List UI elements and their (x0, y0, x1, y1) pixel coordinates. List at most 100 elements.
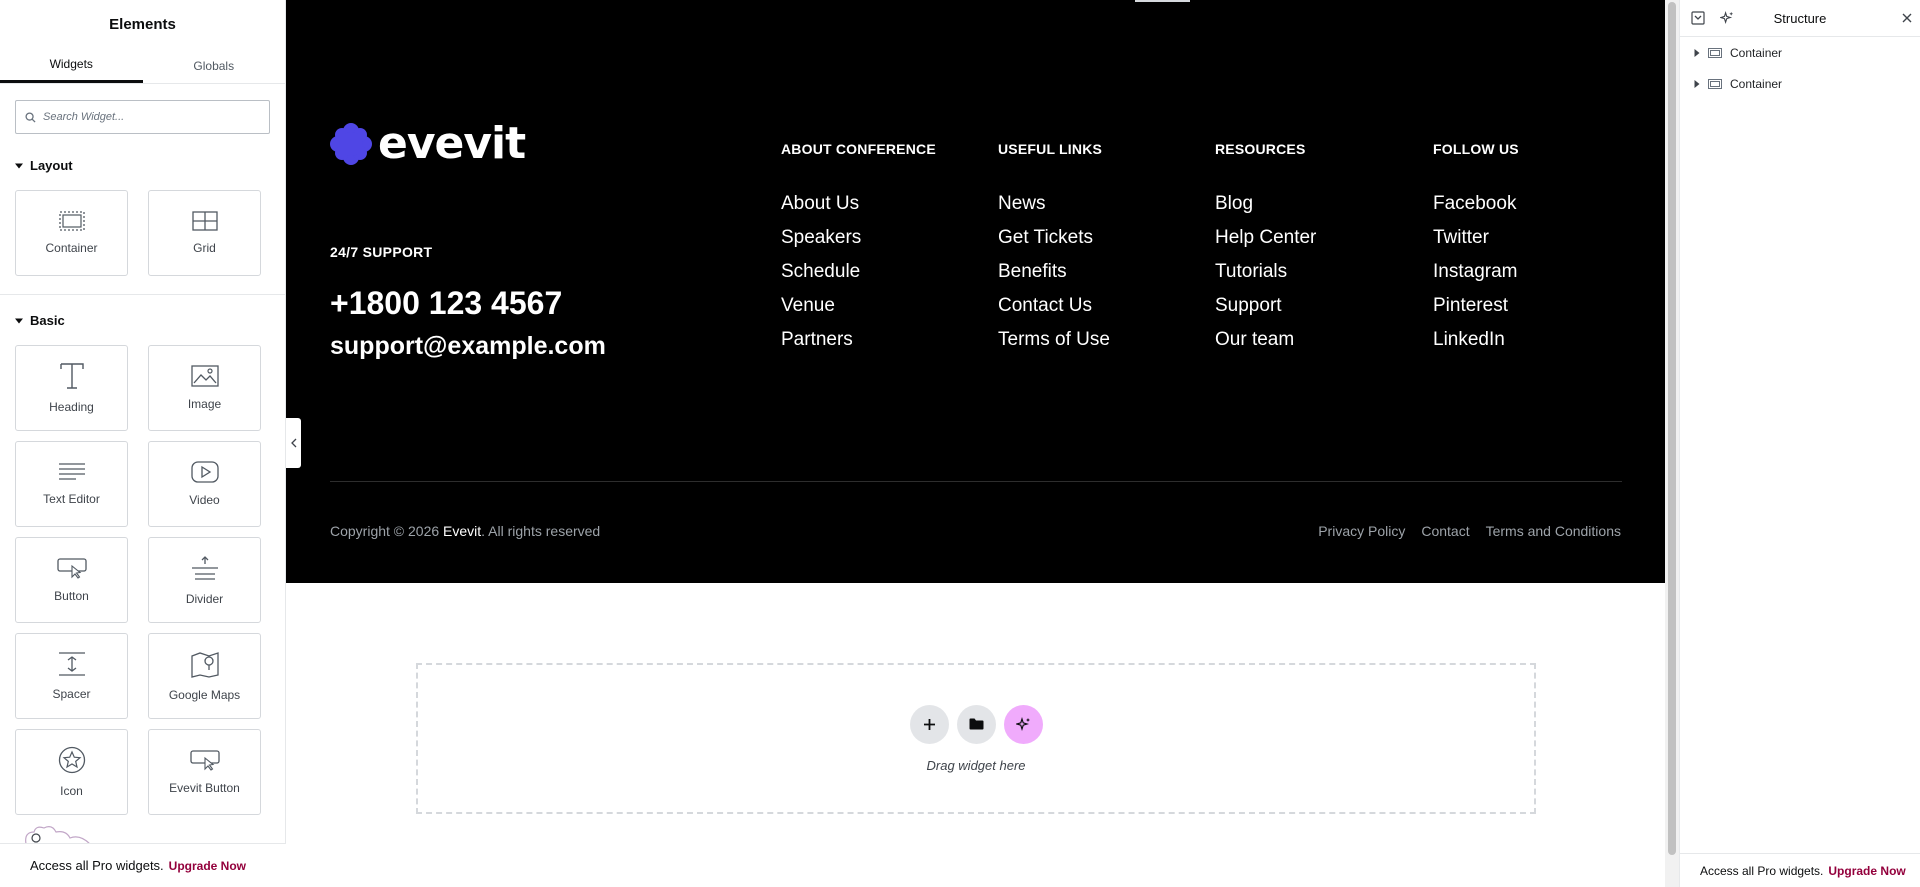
pro-promo-bar-right: Access all Pro widgets. Upgrade Now (1680, 853, 1920, 887)
column-heading: FOLLOW US (1433, 141, 1519, 157)
widget-heading[interactable]: Heading (15, 345, 128, 431)
footer-link[interactable]: Instagram (1433, 261, 1519, 295)
footer-link[interactable]: Blog (1215, 193, 1316, 227)
footer-link[interactable]: Contact Us (998, 295, 1110, 329)
collapse-panel-handle[interactable] (286, 418, 301, 468)
logo-text: evevit (378, 118, 526, 169)
structure-item[interactable]: Container (1680, 37, 1920, 68)
footer-link[interactable]: Tutorials (1215, 261, 1316, 295)
footer-link[interactable]: Partners (781, 329, 936, 363)
search-input[interactable] (43, 111, 243, 123)
sparkle-icon[interactable] (1720, 11, 1734, 25)
footer-link[interactable]: Pinterest (1433, 295, 1519, 329)
container-icon (1708, 78, 1722, 89)
scrollbar-thumb[interactable] (1668, 2, 1676, 855)
tab-widgets[interactable]: Widgets (0, 48, 143, 83)
footer-link[interactable]: Get Tickets (998, 227, 1110, 261)
widget-container[interactable]: Container (15, 190, 128, 276)
section-layout-header[interactable]: Layout (0, 158, 285, 173)
site-footer[interactable]: evevit 24/7 SUPPORT +1800 123 4567 suppo… (286, 0, 1665, 583)
folder-icon (969, 718, 983, 730)
footer-link[interactable]: Schedule (781, 261, 936, 295)
caret-down-icon (15, 318, 23, 323)
copyright-suffix: . All rights reserved (481, 523, 601, 539)
structure-header: Structure (1680, 0, 1920, 37)
widget-button[interactable]: Button (15, 537, 128, 623)
widget-grid[interactable]: Grid (148, 190, 261, 276)
basic-widgets: Heading Image Text Editor Video Button D… (0, 345, 285, 815)
widget-search[interactable] (15, 100, 270, 134)
promo-illustration-icon (25, 826, 91, 844)
footer-link[interactable]: Our team (1215, 329, 1316, 363)
dropzone-actions (909, 704, 1043, 744)
copyright-prefix: Copyright © 2026 (330, 523, 440, 539)
footer-link[interactable]: Facebook (1433, 193, 1519, 227)
footer-link[interactable]: Support (1215, 295, 1316, 329)
footer-link[interactable]: Speakers (781, 227, 936, 261)
widget-image[interactable]: Image (148, 345, 261, 431)
text-editor-icon (58, 463, 85, 480)
close-icon[interactable] (1902, 13, 1912, 23)
copyright-brand: Evevit (443, 523, 482, 539)
collapse-all-icon[interactable] (1691, 11, 1705, 25)
pro-promo-bar: Access all Pro widgets. Upgrade Now (0, 843, 286, 887)
widget-label: Button (54, 589, 89, 603)
search-icon (25, 111, 36, 123)
widget-google-maps[interactable]: Google Maps (148, 633, 261, 719)
caret-right-icon (1694, 79, 1700, 88)
container-icon (58, 211, 85, 231)
widget-spacer[interactable]: Spacer (15, 633, 128, 719)
widget-dropzone[interactable]: Drag widget here (416, 663, 1536, 814)
structure-panel: Structure Container Container Access all… (1679, 0, 1920, 887)
widget-icon[interactable]: Icon (15, 729, 128, 815)
upgrade-now-link[interactable]: Upgrade Now (169, 859, 246, 873)
ai-generate-button[interactable] (1003, 704, 1043, 744)
footer-divider (330, 481, 1622, 482)
terms-link[interactable]: Terms and Conditions (1486, 523, 1621, 539)
support-phone[interactable]: +1800 123 4567 (330, 285, 562, 322)
layout-widgets: Container Grid (0, 190, 285, 276)
add-section-button[interactable] (909, 704, 949, 744)
privacy-policy-link[interactable]: Privacy Policy (1318, 523, 1405, 539)
widget-divider[interactable]: Divider (148, 537, 261, 623)
structure-item[interactable]: Container (1680, 68, 1920, 99)
widget-text-editor[interactable]: Text Editor (15, 441, 128, 527)
footer-link[interactable]: LinkedIn (1433, 329, 1519, 363)
canvas-scrollbar[interactable] (1665, 0, 1679, 887)
footer-column-useful: USEFUL LINKS News Get Tickets Benefits C… (998, 141, 1110, 363)
editor-canvas: evevit 24/7 SUPPORT +1800 123 4567 suppo… (286, 0, 1665, 887)
widget-label: Text Editor (43, 492, 100, 506)
footer-logo[interactable]: evevit (330, 118, 526, 169)
footer-link[interactable]: News (998, 193, 1110, 227)
footer-link[interactable]: About Us (781, 193, 936, 227)
widget-label: Evevit Button (169, 781, 240, 795)
support-email[interactable]: support@example.com (330, 332, 606, 361)
footer-link[interactable]: Venue (781, 295, 936, 329)
widget-label: Icon (60, 784, 83, 798)
panel-title: Elements (109, 15, 176, 33)
heading-icon (59, 363, 84, 389)
footer-link[interactable]: Help Center (1215, 227, 1316, 261)
structure-title: Structure (1773, 10, 1827, 26)
widget-label: Spacer (52, 687, 91, 701)
tab-globals[interactable]: Globals (143, 48, 286, 83)
upgrade-now-link[interactable]: Upgrade Now (1828, 864, 1905, 878)
support-label: 24/7 SUPPORT (330, 244, 433, 260)
widget-video[interactable]: Video (148, 441, 261, 527)
structure-item-label: Container (1730, 45, 1783, 60)
canvas-top-indicator (1135, 0, 1190, 2)
star-icon (58, 746, 85, 774)
widget-label: Grid (193, 241, 216, 255)
add-template-button[interactable] (956, 704, 996, 744)
grid-icon (191, 211, 218, 231)
column-heading: USEFUL LINKS (998, 141, 1103, 157)
plus-icon (923, 718, 935, 730)
widget-evevit-button[interactable]: Evevit Button (148, 729, 261, 815)
footer-link[interactable]: Terms of Use (998, 329, 1110, 363)
contact-link[interactable]: Contact (1421, 523, 1469, 539)
widget-label: Google Maps (168, 688, 241, 702)
footer-link[interactable]: Twitter (1433, 227, 1519, 261)
footer-link[interactable]: Benefits (998, 261, 1110, 295)
section-basic-header[interactable]: Basic (0, 313, 285, 328)
button-icon (189, 750, 220, 771)
